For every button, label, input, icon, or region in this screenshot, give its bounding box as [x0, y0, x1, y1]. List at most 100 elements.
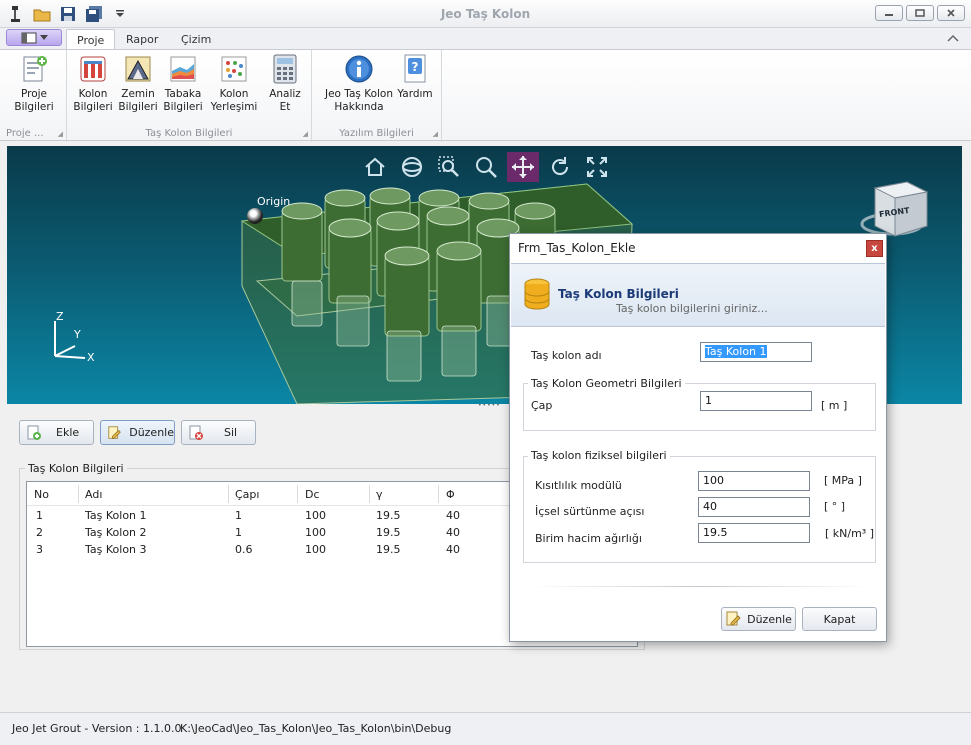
splitter-grip[interactable]: ••••• — [478, 402, 501, 409]
layer-info-button[interactable]: Tabaka Bilgileri — [161, 54, 205, 114]
cell-no: 3 — [36, 543, 43, 556]
cell-diameter: 1 — [235, 509, 242, 522]
group-expand-icon[interactable]: ◢ — [58, 130, 63, 138]
fit-icon[interactable] — [581, 152, 613, 182]
column-info-button[interactable]: Kolon Bilgileri — [71, 54, 115, 114]
tab-rapor[interactable]: Rapor — [116, 29, 168, 50]
help-button[interactable]: ? Yardım — [396, 54, 434, 101]
modulus-input[interactable]: 100 — [698, 471, 810, 491]
column-layout-label: Kolon Yerleşimi — [210, 88, 258, 113]
maximize-button[interactable] — [906, 5, 934, 21]
database-icon — [523, 278, 551, 310]
orbit-icon[interactable] — [396, 152, 428, 182]
cell-gamma: 19.5 — [376, 543, 401, 556]
edit-icon — [108, 425, 121, 439]
soil-info-icon — [123, 54, 153, 84]
ribbon-tab-row: Proje Rapor Çizim — [0, 28, 971, 50]
col-header-dc[interactable]: Dc — [305, 488, 320, 501]
modulus-unit: [ MPa ] — [824, 474, 862, 487]
column-name-value: Taş Kolon 1 — [705, 345, 767, 358]
rotate-icon[interactable] — [544, 152, 576, 182]
diameter-input[interactable]: 1 — [700, 391, 812, 411]
dialog-edit-label: Düzenle — [747, 612, 792, 626]
cell-diameter: 1 — [235, 526, 242, 539]
col-header-name[interactable]: Adı — [85, 488, 102, 501]
column-layout-button[interactable]: Kolon Yerleşimi — [209, 54, 259, 114]
axis-y-label: Y — [74, 328, 81, 341]
zoom-icon[interactable] — [470, 152, 502, 182]
cell-gamma: 19.5 — [376, 526, 401, 539]
dialog-close-action-button[interactable]: Kapat — [802, 607, 877, 631]
home-icon[interactable] — [359, 152, 391, 182]
dialog-close-button[interactable]: x — [866, 240, 883, 257]
cell-no: 1 — [36, 509, 43, 522]
analyze-icon — [270, 54, 300, 84]
col-header-diameter[interactable]: Çapı — [235, 488, 259, 501]
cell-dc: 100 — [305, 543, 326, 556]
cell-gamma: 19.5 — [376, 509, 401, 522]
cell-diameter: 0.6 — [235, 543, 253, 556]
add-button[interactable]: Ekle — [19, 420, 94, 445]
status-bar: Jeo Jet Grout - Version : 1.1.0.0 K:\Jeo… — [0, 712, 971, 745]
add-column-dialog: Frm_Tas_Kolon_Ekle x Taş Kolon Bilgileri… — [509, 233, 887, 642]
layer-info-icon — [168, 54, 198, 84]
about-button[interactable]: Jeo Taş Kolon Hakkında — [318, 54, 400, 114]
friction-angle-input[interactable]: 40 — [698, 497, 810, 517]
diameter-label: Çap — [531, 399, 553, 412]
close-window-button[interactable] — [937, 5, 965, 21]
dialog-header: Taş Kolon Bilgileri Taş kolon bilgilerin… — [511, 263, 885, 327]
zoom-window-icon[interactable] — [433, 152, 465, 182]
tab-proje[interactable]: Proje — [66, 29, 116, 50]
column-info-groupbox-title: Taş Kolon Bilgileri — [25, 462, 127, 475]
pan-icon[interactable] — [507, 152, 539, 182]
add-icon — [27, 425, 41, 440]
tab-cizim[interactable]: Çizim — [171, 29, 221, 50]
about-icon — [344, 54, 374, 84]
layer-info-label: Tabaka Bilgileri — [163, 88, 203, 113]
edit-icon — [726, 611, 741, 626]
delete-icon — [189, 425, 203, 440]
ribbon-group-label: Taş Kolon Bilgileri — [145, 128, 233, 139]
add-label: Ekle — [56, 426, 80, 439]
column-name-input[interactable]: Taş Kolon 1 — [700, 342, 812, 362]
edit-button[interactable]: Düzenle — [100, 420, 175, 445]
physical-legend: Taş kolon fiziksel bilgileri — [528, 449, 670, 462]
soil-info-button[interactable]: Zemin Bilgileri — [116, 54, 160, 114]
ribbon-collapse-icon[interactable] — [947, 31, 959, 45]
group-expand-icon[interactable]: ◢ — [433, 130, 438, 138]
cell-dc: 100 — [305, 509, 326, 522]
column-info-icon — [78, 54, 108, 84]
app-menu-button[interactable] — [6, 29, 62, 46]
help-label: Yardım — [397, 88, 433, 100]
ribbon: Proje Bilgileri Proje ... ◢ Kolon Bilgil… — [0, 49, 971, 142]
dialog-edit-button[interactable]: Düzenle — [721, 607, 796, 631]
origin-marker — [247, 208, 263, 224]
path-text: K:\JeoCad\Jeo_Tas_Kolon\Jeo_Tas_Kolon\bi… — [180, 722, 452, 735]
delete-button[interactable]: Sil — [181, 420, 256, 445]
ribbon-group-kolon: Kolon Bilgileri Zemin Bilgileri Tabaka B… — [67, 50, 312, 142]
soil-info-label: Zemin Bilgileri — [118, 88, 158, 113]
axis-x-label: X — [87, 351, 95, 364]
unit-weight-input[interactable]: 19.5 — [698, 523, 810, 543]
project-info-label: Proje Bilgileri — [14, 88, 54, 113]
col-header-phi[interactable]: Φ — [446, 488, 455, 501]
window-controls — [875, 5, 965, 21]
help-icon: ? — [400, 54, 430, 84]
column-layout-icon — [219, 54, 249, 84]
dialog-separator — [530, 586, 870, 587]
group-expand-icon[interactable]: ◢ — [303, 130, 308, 138]
title-bar: Jeo Taş Kolon — [0, 0, 971, 28]
col-header-no[interactable]: No — [34, 488, 49, 501]
cell-phi: 40 — [446, 526, 460, 539]
ribbon-group-label: Yazılım Bilgileri — [339, 128, 414, 139]
analyze-button[interactable]: Analiz Et — [263, 54, 307, 114]
unit-weight-label: Birim hacim ağırlığı — [535, 532, 642, 545]
project-info-button[interactable]: Proje Bilgileri — [12, 54, 56, 114]
minimize-button[interactable] — [875, 5, 903, 21]
axis-z-label: Z — [56, 310, 64, 323]
column-name-label: Taş kolon adı — [531, 349, 602, 362]
col-header-gamma[interactable]: γ — [376, 488, 383, 501]
cell-no: 2 — [36, 526, 43, 539]
dialog-title-bar[interactable]: Frm_Tas_Kolon_Ekle x — [510, 234, 886, 262]
column-info-label: Kolon Bilgileri — [73, 88, 113, 113]
